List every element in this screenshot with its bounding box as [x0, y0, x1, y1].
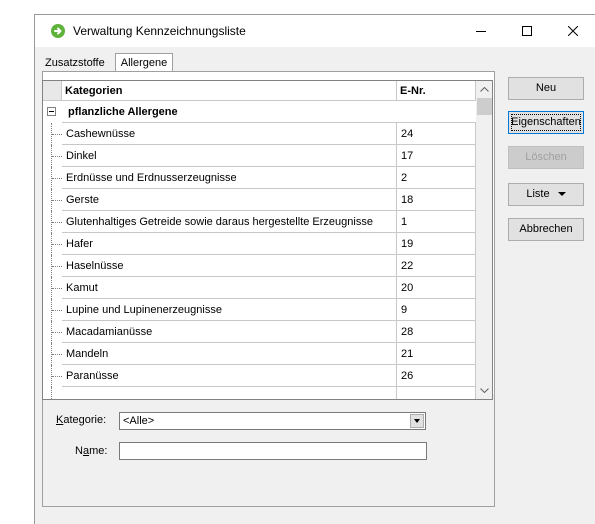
category-label: Kategorie: [56, 414, 107, 426]
enr-cell[interactable]: 17 [397, 145, 476, 167]
window-title: Verwaltung Kennzeichnungsliste [73, 24, 246, 38]
category-cell[interactable] [62, 387, 397, 399]
dropdown-arrow-icon [557, 192, 566, 197]
list-button[interactable]: Liste [508, 183, 584, 206]
category-cell[interactable]: Cashewnüsse [62, 123, 397, 145]
table-row[interactable]: Cashewnüsse 24 [43, 123, 476, 145]
category-select[interactable]: <Alle> [119, 412, 426, 430]
group-label: pflanzliche Allergene [62, 101, 476, 123]
column-header-category[interactable]: Kategorien [62, 81, 397, 101]
category-cell[interactable]: Glutenhaltiges Getreide sowie daraus her… [62, 211, 397, 233]
tree-line [52, 310, 62, 312]
table-row[interactable]: Haselnüsse 22 [43, 255, 476, 277]
group-row[interactable]: pflanzliche Allergene [43, 101, 476, 123]
category-cell[interactable]: Mandeln [62, 343, 397, 365]
tree-line [52, 200, 62, 202]
green-arrow-circle-icon [51, 24, 65, 38]
cancel-button[interactable]: Abbrechen [508, 218, 584, 241]
enr-cell[interactable]: 18 [397, 189, 476, 211]
collapse-icon[interactable] [47, 107, 56, 116]
table-row[interactable]: Erdnüsse und Erdnusserzeugnisse 2 [43, 167, 476, 189]
table-row[interactable] [43, 387, 476, 399]
dialog-window: Verwaltung Kennzeichnungsliste Zusatzsto… [34, 14, 595, 524]
properties-button[interactable]: Eigenschaften [508, 111, 584, 134]
table-row[interactable]: Glutenhaltiges Getreide sowie daraus her… [43, 211, 476, 233]
table-row[interactable]: Macadamianüsse 28 [43, 321, 476, 343]
tab-allergene[interactable]: Allergene [115, 53, 173, 71]
scroll-down-button[interactable] [476, 382, 492, 399]
tree-line [52, 376, 62, 378]
category-cell[interactable]: Haselnüsse [62, 255, 397, 277]
chevron-up-icon [480, 87, 489, 92]
maximize-icon [522, 26, 532, 36]
enr-cell[interactable]: 2 [397, 167, 476, 189]
new-button[interactable]: Neu [508, 77, 584, 100]
grid-header: Kategorien E-Nr. [43, 81, 476, 101]
table-row[interactable]: Gerste 18 [43, 189, 476, 211]
scroll-thumb[interactable] [477, 98, 492, 115]
table-row[interactable]: Dinkel 17 [43, 145, 476, 167]
vertical-scrollbar[interactable] [476, 81, 492, 399]
table-row[interactable]: Hafer 19 [43, 233, 476, 255]
name-input[interactable] [119, 442, 427, 460]
minimize-button[interactable] [458, 15, 504, 47]
enr-cell[interactable]: 22 [397, 255, 476, 277]
tab-zusatzstoffe[interactable]: Zusatzstoffe [42, 56, 108, 71]
maximize-button[interactable] [504, 15, 550, 47]
chevron-down-icon [480, 388, 489, 393]
category-cell[interactable]: Kamut [62, 277, 397, 299]
column-header-enr[interactable]: E-Nr. [397, 81, 476, 101]
tree-line [52, 354, 62, 356]
scroll-up-button[interactable] [476, 81, 492, 98]
tree-line [52, 156, 62, 158]
table-row[interactable]: Kamut 20 [43, 277, 476, 299]
enr-cell[interactable]: 26 [397, 365, 476, 387]
category-cell[interactable]: Macadamianüsse [62, 321, 397, 343]
list-button-label: Liste [526, 188, 550, 200]
tree-line [52, 332, 62, 334]
tree-line [52, 178, 62, 180]
table-row[interactable]: Paranüsse 26 [43, 365, 476, 387]
tree-line [52, 134, 62, 136]
enr-cell[interactable]: 20 [397, 277, 476, 299]
enr-cell[interactable]: 21 [397, 343, 476, 365]
chevron-down-icon[interactable] [410, 414, 424, 428]
enr-cell[interactable]: 1 [397, 211, 476, 233]
close-icon [568, 26, 578, 36]
table-row[interactable]: Mandeln 21 [43, 343, 476, 365]
category-cell[interactable]: Lupine und Lupinenerzeugnisse [62, 299, 397, 321]
allergen-grid[interactable]: Kategorien E-Nr. pflanzliche Allergene C… [42, 80, 493, 400]
tree-line [52, 266, 62, 268]
category-cell[interactable]: Erdnüsse und Erdnusserzeugnisse [62, 167, 397, 189]
tree-line [52, 244, 62, 246]
category-select-value: <Alle> [123, 415, 155, 427]
minimize-icon [476, 31, 486, 32]
name-label: Name: [75, 445, 108, 457]
enr-cell[interactable]: 9 [397, 299, 476, 321]
tree-line [52, 288, 62, 290]
category-cell[interactable]: Gerste [62, 189, 397, 211]
table-row[interactable]: Lupine und Lupinenerzeugnisse 9 [43, 299, 476, 321]
enr-cell[interactable]: 28 [397, 321, 476, 343]
enr-cell[interactable]: 19 [397, 233, 476, 255]
close-button[interactable] [550, 15, 595, 47]
title-bar[interactable]: Verwaltung Kennzeichnungsliste [35, 15, 595, 47]
category-cell[interactable]: Paranüsse [62, 365, 397, 387]
tree-line [52, 222, 62, 224]
enr-cell[interactable] [397, 387, 476, 399]
category-cell[interactable]: Dinkel [62, 145, 397, 167]
category-cell[interactable]: Hafer [62, 233, 397, 255]
enr-cell[interactable]: 24 [397, 123, 476, 145]
delete-button[interactable]: Löschen [508, 146, 584, 169]
grid-corner-cell[interactable] [43, 81, 62, 101]
